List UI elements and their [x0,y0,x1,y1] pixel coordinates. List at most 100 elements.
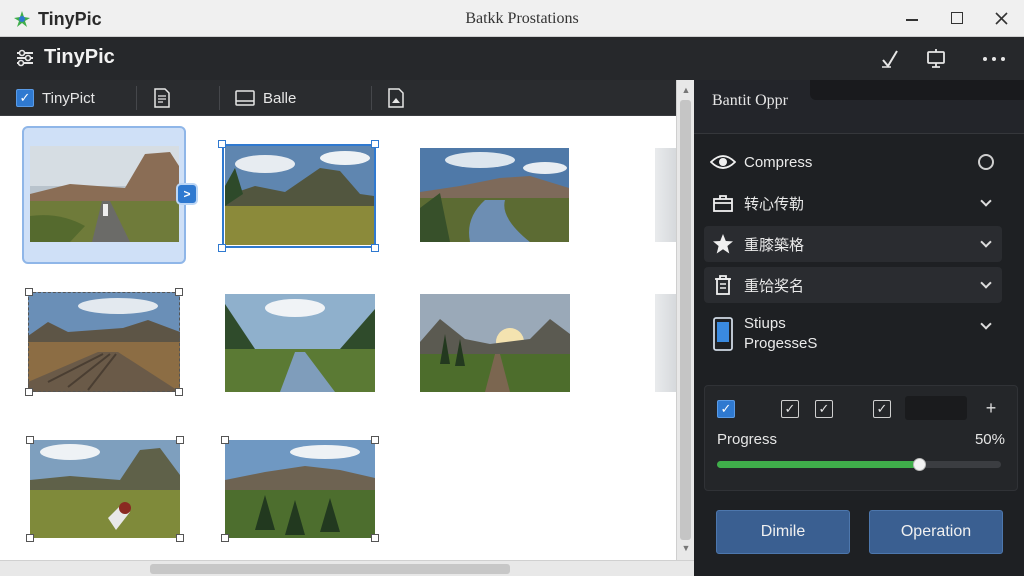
compress-radio[interactable] [976,152,996,172]
toolbar-divider [136,86,137,110]
option-row-5[interactable]: Stiups ProgesseS [704,310,1002,358]
offscreen-thumbnail [655,148,676,242]
selection-box [28,292,180,392]
minimize-icon [906,19,918,21]
star-icon [708,231,738,257]
progress-value: 50% [974,431,1005,448]
toolbar-select-all-label: TinyPict [42,89,95,107]
value-input[interactable] [905,396,967,420]
thumbnail-valley-forest[interactable] [225,440,375,538]
toolbar-divider [219,86,220,110]
next-arrow-badge[interactable]: > [176,183,198,205]
maximize-button[interactable] [942,4,972,32]
checkbox-2[interactable]: ✓ [781,400,799,418]
gallery-vertical-scrollbar[interactable]: ▲ ▼ [676,80,694,560]
gallery-toolbar: ✓ TinyPict Balle [0,80,676,116]
resize-handle[interactable] [175,288,183,296]
resize-handle[interactable] [26,534,34,542]
resize-handle[interactable] [221,534,229,542]
checkbox-3[interactable]: ✓ [815,400,833,418]
option-row-2[interactable]: 转心传勒 [704,185,1002,221]
plus-icon: + [985,397,997,418]
thumbnail-river-valley[interactable] [420,148,569,242]
thumbnail-road-mountain[interactable] [30,146,179,242]
progress-label: Progress [717,431,778,448]
chevron-down-icon [976,275,996,295]
image-gallery: > [0,116,676,560]
progress-slider-handle[interactable] [912,458,926,471]
toolbar-select-all[interactable]: ✓ TinyPict [16,80,95,116]
option-row-label: Stiups ProgesseS [744,314,817,354]
progress-fill [717,461,919,468]
scroll-up-arrow-icon[interactable]: ▲ [677,82,695,98]
close-button[interactable] [986,4,1016,32]
toolbar-image-file-button[interactable] [387,80,405,116]
window-title: Batkk Prostations [465,10,579,27]
resize-handle[interactable] [25,388,33,396]
resize-handle[interactable] [221,436,229,444]
resize-handle[interactable] [371,244,379,252]
more-button[interactable] [981,46,1007,72]
horizontal-scroll-thumb[interactable] [150,564,510,574]
offscreen-thumbnail [655,294,676,392]
resize-handle[interactable] [25,288,33,296]
chevron-down-icon [976,193,996,213]
add-button[interactable]: + [981,396,1001,420]
trash-icon [708,272,738,298]
scroll-down-arrow-icon[interactable]: ▼ [677,540,695,556]
option-row-4[interactable]: 重饸奖名 [704,267,1002,303]
options-panel: Bantit Oppr Compress 转心传勒 重膝築格 重饸奖名 Stiu… [694,80,1024,576]
thumbnail-hill-rock[interactable] [30,440,180,538]
briefcase-icon [708,190,738,216]
minimize-button[interactable] [897,4,927,32]
resize-handle[interactable] [175,388,183,396]
checkbox-4[interactable]: ✓ [873,400,891,418]
wand-button[interactable] [877,46,903,72]
options-panel-header: Bantit Oppr [694,80,1024,134]
panel-tab-strip [810,80,1024,100]
options-panel-title: Bantit Oppr [712,92,788,109]
toolbar-window-button[interactable]: Balle [235,80,296,116]
app-header-title: TinyPic [14,46,115,69]
thumbnail-sunset-path[interactable] [420,294,570,392]
toolbar-window-label: Balle [263,89,297,107]
thumbnail-creek-forest[interactable] [225,294,375,392]
progress-slider[interactable] [717,458,1001,471]
selection-box [222,144,376,248]
operation-button[interactable]: Operation [869,510,1003,554]
radio-icon [978,154,994,170]
option-row-label-line1: Stiups [744,315,786,332]
image-file-icon [388,88,404,108]
option-row-label: 重膝築格 [744,236,805,254]
dimile-button[interactable]: Dimile [716,510,850,554]
wand-icon [882,50,898,68]
option-row-compress[interactable]: Compress [704,144,1002,180]
chevron-down-icon [976,234,996,254]
resize-handle[interactable] [176,436,184,444]
device-icon [708,316,738,352]
vertical-scroll-thumb[interactable] [680,100,691,540]
progress-section: ✓ ✓ ✓ ✓ + Progress 50% [704,385,1018,491]
option-row-3[interactable]: 重膝築格 [704,226,1002,262]
close-icon [994,11,1008,25]
monitor-icon [927,49,945,68]
resize-handle[interactable] [26,436,34,444]
toolbar-document-button[interactable] [153,80,171,116]
monitor-button[interactable] [923,46,949,72]
resize-handle[interactable] [218,244,226,252]
app-header: TinyPic [0,37,1024,80]
resize-handle[interactable] [371,534,379,542]
maximize-icon [951,12,963,24]
sliders-icon [17,49,33,66]
resize-handle[interactable] [371,140,379,148]
resize-handle[interactable] [176,534,184,542]
gallery-horizontal-scrollbar[interactable] [0,560,694,576]
checkbox-1[interactable]: ✓ [717,400,735,418]
toolbar-divider [371,86,372,110]
checkbox-icon: ✓ [16,89,34,107]
option-row-label: 转心传勒 [744,195,805,213]
resize-handle[interactable] [371,436,379,444]
resize-handle[interactable] [218,140,226,148]
document-icon [154,88,170,108]
app-name: TinyPic [44,46,115,68]
